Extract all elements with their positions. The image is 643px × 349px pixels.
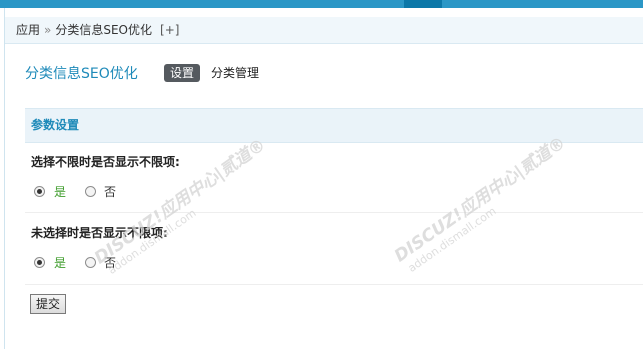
radio-yes[interactable]	[34, 256, 45, 268]
tab-settings[interactable]: 设置	[164, 64, 201, 82]
radio-no[interactable]	[85, 256, 97, 268]
option-label-unselected-unlimited: 未选择时是否显示不限项:	[31, 226, 168, 240]
left-border	[4, 8, 5, 349]
radio-no-label[interactable]: 否	[104, 183, 116, 200]
row-divider	[25, 284, 643, 285]
option-radio-group-2: 是 否	[34, 254, 116, 270]
top-bar	[0, 0, 643, 8]
submit-button[interactable]: 提交	[30, 294, 66, 314]
tab-category-management[interactable]: 分类管理	[211, 64, 259, 82]
section-header: 参数设置	[25, 108, 643, 143]
breadcrumb-current: 分类信息SEO优化	[55, 23, 153, 37]
option-label-show-unlimited: 选择不限时是否显示不限项:	[31, 155, 180, 169]
watermark-brand: DISCUZ!应用中心|贰道®	[90, 134, 270, 269]
watermark-logo: DISCUZ!应用中心|贰道® addon.dismall.com	[388, 129, 577, 277]
page-title: 分类信息SEO优化	[25, 66, 138, 82]
add-shortcut-button[interactable]: [+]	[160, 23, 179, 37]
breadcrumb-separator: »	[44, 23, 52, 37]
watermark-url: addon.dismall.com	[105, 206, 199, 277]
row-divider	[25, 212, 643, 213]
option-radio-group-1: 是 否	[34, 183, 116, 199]
breadcrumb-root-link[interactable]: 应用	[16, 23, 40, 37]
watermark-brand: DISCUZ!应用中心|贰道®	[390, 132, 570, 267]
radio-yes-label[interactable]: 是	[54, 254, 66, 271]
radio-no[interactable]	[85, 185, 97, 197]
top-bar-active-marker	[404, 0, 442, 8]
radio-yes[interactable]	[34, 185, 45, 197]
breadcrumb: 应用 » 分类信息SEO优化 [+]	[5, 17, 643, 44]
radio-yes-label[interactable]: 是	[54, 183, 66, 200]
radio-no-label[interactable]: 否	[104, 254, 116, 271]
